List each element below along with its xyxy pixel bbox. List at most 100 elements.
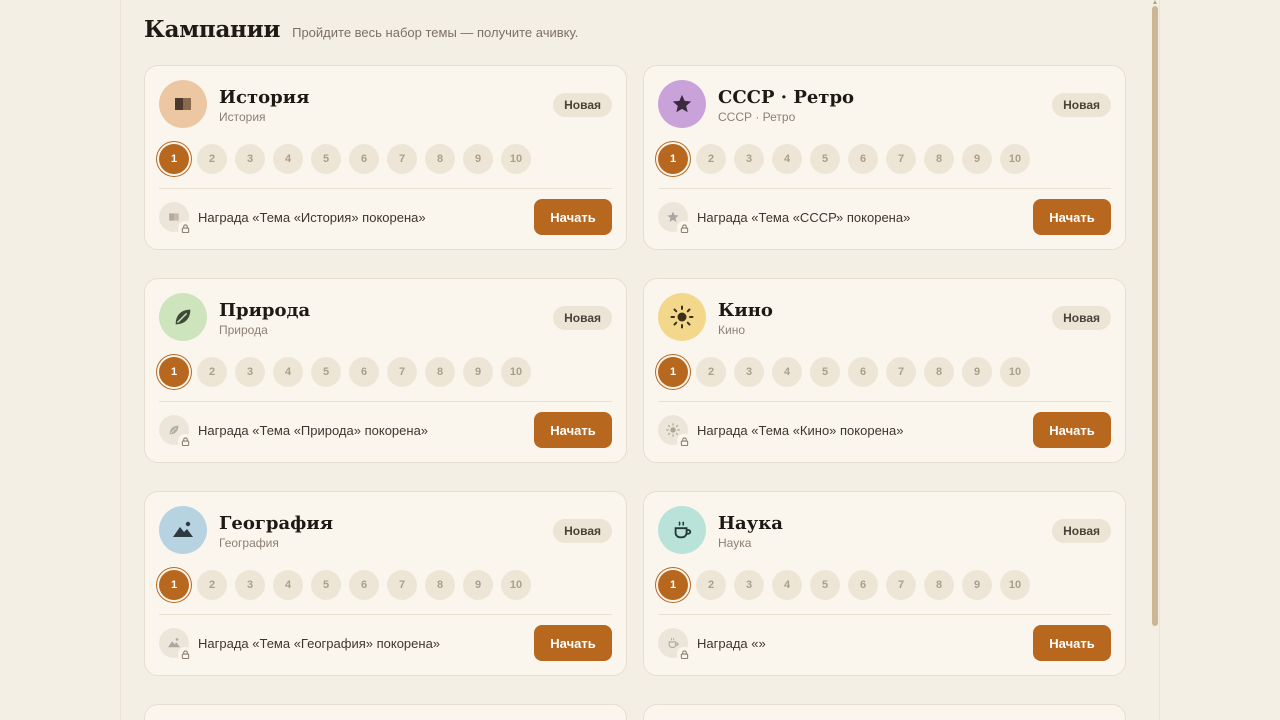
level-step[interactable]: 9 bbox=[463, 570, 493, 600]
campaign-card: География География Новая 1 2 3 4 5 6 7 8 9 10 На… bbox=[144, 491, 627, 676]
mountain-icon bbox=[159, 506, 207, 554]
level-step[interactable]: 6 bbox=[848, 570, 878, 600]
level-step[interactable]: 7 bbox=[387, 357, 417, 387]
level-step[interactable]: 5 bbox=[810, 570, 840, 600]
level-step[interactable]: 8 bbox=[924, 357, 954, 387]
level-step[interactable]: 5 bbox=[810, 144, 840, 174]
level-step[interactable]: 6 bbox=[349, 144, 379, 174]
level-step[interactable]: 8 bbox=[425, 144, 455, 174]
level-step[interactable]: 3 bbox=[734, 144, 764, 174]
level-step[interactable]: 8 bbox=[924, 144, 954, 174]
start-button[interactable]: Начать bbox=[534, 199, 612, 235]
lock-icon bbox=[178, 647, 192, 661]
start-button[interactable]: Начать bbox=[534, 625, 612, 661]
level-progress: 1 2 3 4 5 6 7 8 9 10 bbox=[159, 357, 539, 387]
level-step[interactable]: 8 bbox=[425, 357, 455, 387]
level-progress: 1 2 3 4 5 6 7 8 9 10 bbox=[159, 570, 539, 600]
level-step[interactable]: 6 bbox=[848, 144, 878, 174]
page-subtitle: Пройдите весь набор темы — получите ачив… bbox=[292, 25, 579, 40]
level-step[interactable]: 7 bbox=[886, 144, 916, 174]
level-step[interactable]: 10 bbox=[1000, 570, 1030, 600]
card-title: Природа bbox=[219, 300, 311, 321]
lock-icon bbox=[178, 434, 192, 448]
campaign-card-partial[interactable] bbox=[144, 704, 627, 720]
level-step[interactable]: 3 bbox=[235, 570, 265, 600]
level-step[interactable]: 10 bbox=[501, 144, 531, 174]
campaign-card: СССР · Ретро СССР · Ретро Новая 12345678… bbox=[643, 65, 1126, 250]
level-step[interactable]: 9 bbox=[463, 357, 493, 387]
level-step[interactable]: 2 bbox=[197, 357, 227, 387]
sun-icon bbox=[658, 293, 706, 341]
level-step[interactable]: 1 bbox=[159, 570, 189, 600]
status-badge: Новая bbox=[553, 306, 612, 330]
level-step[interactable]: 4 bbox=[273, 144, 303, 174]
reward-star-icon bbox=[658, 202, 691, 235]
level-step[interactable]: 7 bbox=[387, 144, 417, 174]
level-step[interactable]: 5 bbox=[311, 570, 341, 600]
level-step[interactable]: 8 bbox=[425, 570, 455, 600]
level-step[interactable]: 9 bbox=[962, 570, 992, 600]
level-step[interactable]: 6 bbox=[349, 570, 379, 600]
level-step[interactable]: 3 bbox=[235, 357, 265, 387]
level-step[interactable]: 10 bbox=[1000, 144, 1030, 174]
level-step[interactable]: 1 bbox=[658, 144, 688, 174]
start-button[interactable]: Начать bbox=[1033, 625, 1111, 661]
level-step[interactable]: 4 bbox=[772, 570, 802, 600]
level-progress: 1 2 3 4 5 6 7 8 9 10 bbox=[658, 357, 1038, 387]
level-step[interactable]: 7 bbox=[886, 570, 916, 600]
level-step[interactable]: 1 bbox=[159, 357, 189, 387]
scrollbar-thumb[interactable] bbox=[1152, 6, 1158, 626]
level-step[interactable]: 2 bbox=[696, 144, 726, 174]
level-step[interactable]: 1 bbox=[658, 570, 688, 600]
level-step[interactable]: 8 bbox=[924, 570, 954, 600]
level-progress: 1 2 3 4 5 6 7 8 9 10 bbox=[159, 144, 539, 174]
card-title: История bbox=[219, 87, 310, 108]
level-step[interactable]: 3 bbox=[235, 144, 265, 174]
level-step[interactable]: 2 bbox=[197, 144, 227, 174]
level-step[interactable]: 10 bbox=[501, 570, 531, 600]
start-button[interactable]: Начать bbox=[1033, 412, 1111, 448]
level-step[interactable]: 9 bbox=[962, 144, 992, 174]
card-subtitle: Наука bbox=[718, 536, 752, 550]
card-subtitle: Кино bbox=[718, 323, 745, 337]
level-step[interactable]: 6 bbox=[349, 357, 379, 387]
leaf-icon bbox=[159, 293, 207, 341]
level-step[interactable]: 7 bbox=[886, 357, 916, 387]
level-step[interactable]: 10 bbox=[1000, 357, 1030, 387]
level-step[interactable]: 2 bbox=[696, 570, 726, 600]
lock-icon bbox=[677, 221, 691, 235]
level-step[interactable]: 10 bbox=[501, 357, 531, 387]
card-title: Наука bbox=[718, 513, 783, 534]
cup-icon bbox=[658, 506, 706, 554]
start-button[interactable]: Начать bbox=[534, 412, 612, 448]
level-step[interactable]: 5 bbox=[810, 357, 840, 387]
level-step[interactable]: 4 bbox=[273, 357, 303, 387]
status-badge: Новая bbox=[1052, 93, 1111, 117]
level-step[interactable]: 7 bbox=[387, 570, 417, 600]
page-title: Кампании bbox=[144, 16, 281, 43]
start-button[interactable]: Начать bbox=[1033, 199, 1111, 235]
level-step[interactable]: 3 bbox=[734, 570, 764, 600]
scroll-up-arrow[interactable] bbox=[1153, 0, 1157, 4]
level-step[interactable]: 1 bbox=[658, 357, 688, 387]
card-subtitle: История bbox=[219, 110, 266, 124]
level-step[interactable]: 9 bbox=[962, 357, 992, 387]
level-step[interactable]: 9 bbox=[463, 144, 493, 174]
level-step[interactable]: 4 bbox=[772, 144, 802, 174]
level-step[interactable]: 4 bbox=[772, 357, 802, 387]
page-header: Кампании Пройдите весь набор темы — полу… bbox=[144, 16, 578, 43]
campaign-card-partial[interactable] bbox=[643, 704, 1126, 720]
level-step[interactable]: 2 bbox=[197, 570, 227, 600]
level-progress: 1 2 3 4 5 6 7 8 9 10 bbox=[658, 144, 1038, 174]
reward-text: Награда «» bbox=[697, 636, 766, 651]
level-step[interactable]: 6 bbox=[848, 357, 878, 387]
campaign-card: Кино Кино Новая 1 2 3 4 5 6 7 8 9 10 Награда «Тем… bbox=[643, 278, 1126, 463]
level-step[interactable]: 4 bbox=[273, 570, 303, 600]
reward-cup-icon bbox=[658, 628, 691, 661]
level-step[interactable]: 2 bbox=[696, 357, 726, 387]
level-step[interactable]: 3 bbox=[734, 357, 764, 387]
level-step[interactable]: 5 bbox=[311, 144, 341, 174]
star-icon bbox=[658, 80, 706, 128]
level-step[interactable]: 5 bbox=[311, 357, 341, 387]
level-step[interactable]: 1 bbox=[159, 144, 189, 174]
